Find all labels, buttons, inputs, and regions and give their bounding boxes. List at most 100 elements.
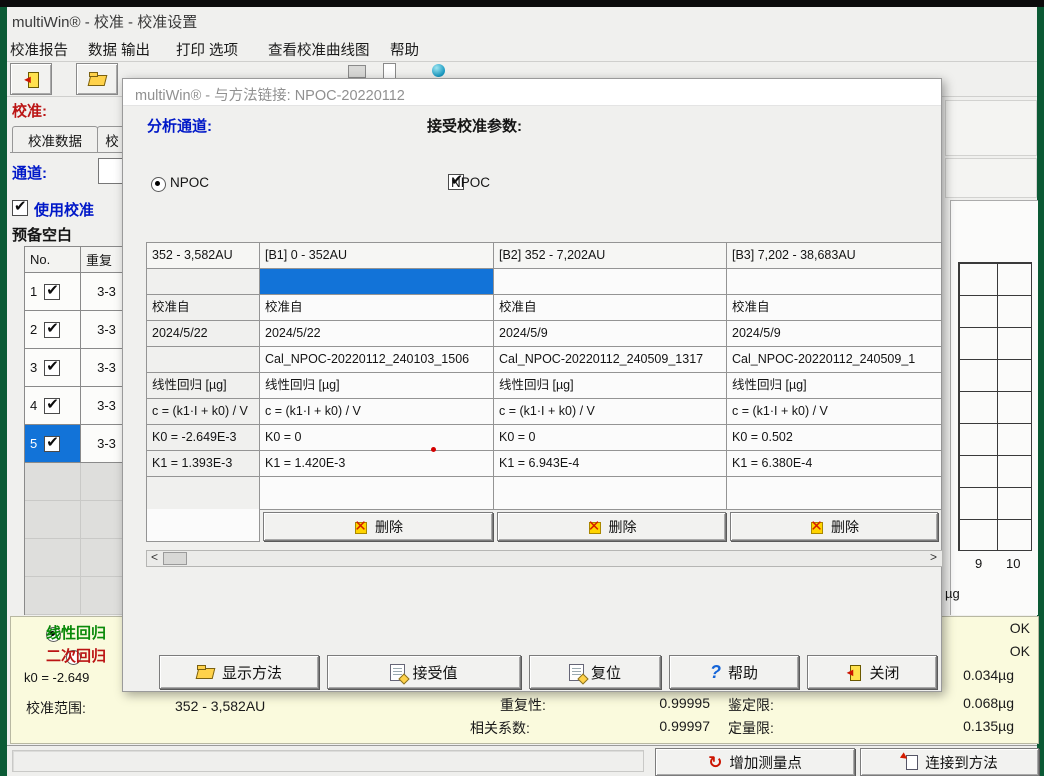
dialog-table-cell[interactable]: [147, 269, 260, 295]
dialog-table-cell[interactable]: [147, 347, 260, 373]
npoc-checkbox-label: NPOC: [451, 175, 490, 190]
table-row-no[interactable]: 1: [25, 273, 81, 311]
analysis-channel-label: 分析通道:: [147, 115, 212, 136]
use-calibration-label: 使用校准: [34, 199, 94, 220]
top-strip: [0, 0, 1044, 7]
dialog-table-cell[interactable]: [494, 269, 727, 295]
tab-calibration-data[interactable]: 校准数据: [12, 126, 98, 153]
dialog-table-cell[interactable]: K1 = 1.420E-3: [260, 451, 494, 477]
window-title: multiWin® - 校准 - 校准设置: [12, 11, 197, 32]
horizontal-scrollbar[interactable]: < >: [146, 550, 943, 567]
dialog-table-cell[interactable]: 2024/5/22: [260, 321, 494, 347]
delete-b1-button[interactable]: 删除: [263, 512, 493, 541]
table-row-no[interactable]: 4: [25, 387, 81, 425]
add-measurement-point-button[interactable]: ↻ 增加测量点: [655, 748, 855, 776]
calibration-table: 352 - 3,582AU [B1] 0 - 352AU [B2] 352 - …: [146, 242, 942, 510]
scrollbar-thumb[interactable]: [163, 552, 187, 565]
show-method-button[interactable]: 显示方法: [159, 655, 319, 689]
use-calibration-checkbox[interactable]: [12, 200, 28, 216]
empty-cell: [25, 501, 81, 539]
accept-value-button[interactable]: 接受值: [327, 655, 521, 689]
dialog-table-cell[interactable]: [727, 477, 942, 510]
delete-b3-button[interactable]: 删除: [730, 512, 938, 541]
delete-icon: [809, 520, 824, 534]
page-icon[interactable]: [383, 63, 396, 79]
row-checkbox[interactable]: [44, 360, 60, 376]
row-checkbox[interactable]: [44, 436, 60, 452]
empty-cell: [25, 577, 81, 615]
dialog-table-cell[interactable]: Cal_NPOC-20220112_240103_1506: [260, 347, 494, 373]
dialog-table-cell[interactable]: K0 = 0: [494, 425, 727, 451]
table-row-no[interactable]: 2: [25, 311, 81, 349]
dialog-table-cell[interactable]: c = (k1·I + k0) / V: [260, 399, 494, 425]
dialog-table-cell[interactable]: 线性回归 [µg]: [147, 373, 260, 399]
document-edit-icon: [390, 664, 405, 681]
menu-data-output[interactable]: 数据 输出: [88, 39, 150, 60]
table-row-no-selected[interactable]: 5: [25, 425, 81, 463]
dialog-table-cell[interactable]: Cal_NPOC-20220112_240509_1317: [494, 347, 727, 373]
dialog-table-cell[interactable]: [260, 477, 494, 510]
dialog-table-cell[interactable]: [494, 477, 727, 510]
blank-table: No. 重复 1 3-3 2 3-3 3 3-3 4 3-3 5 3-3: [24, 246, 133, 615]
menu-print-options[interactable]: 打印 选项: [176, 39, 238, 60]
menu-calibration-report[interactable]: 校准报告: [10, 39, 68, 60]
row-checkbox[interactable]: [44, 322, 60, 338]
calibration-label: 校准:: [12, 100, 47, 121]
dialog-table-cell-selected[interactable]: [260, 269, 494, 295]
exit-button[interactable]: [10, 63, 52, 95]
menu-help[interactable]: 帮助: [390, 39, 419, 60]
menu-view-calibration-curve[interactable]: 查看校准曲线图: [268, 39, 370, 60]
channel-label: 通道:: [12, 162, 47, 183]
open-button[interactable]: [76, 63, 118, 95]
dialog-table-cell[interactable]: c = (k1·I + k0) / V: [494, 399, 727, 425]
dialog-table-cell[interactable]: [727, 269, 942, 295]
dialog-table-cell[interactable]: 2024/5/9: [727, 321, 942, 347]
dialog-table-cell[interactable]: 校准自: [147, 295, 260, 321]
dialog-table-cell[interactable]: 校准自: [727, 295, 942, 321]
dialog-table-cell[interactable]: Cal_NPOC-20220112_240509_1: [727, 347, 942, 373]
repeatability-value: 0.99995: [600, 695, 710, 711]
dialog-table-cell[interactable]: K0 = -2.649E-3: [147, 425, 260, 451]
close-button[interactable]: 关闭: [807, 655, 937, 689]
dialog-table-cell[interactable]: K1 = 1.393E-3: [147, 451, 260, 477]
help-button[interactable]: ? 帮助: [669, 655, 799, 689]
dialog-table-header: [B2] 352 - 7,202AU: [494, 243, 727, 269]
globe-icon[interactable]: [432, 64, 445, 77]
dialog-table-cell[interactable]: K0 = 0.502: [727, 425, 942, 451]
dialog-table-cell[interactable]: 2024/5/22: [147, 321, 260, 347]
dialog-table-cell[interactable]: 线性回归 [µg]: [727, 373, 942, 399]
delete-b2-button[interactable]: 删除: [497, 512, 726, 541]
accept-params-label: 接受校准参数:: [427, 115, 522, 136]
dialog-table-header: [B1] 0 - 352AU: [260, 243, 494, 269]
dialog-table-cell[interactable]: 校准自: [494, 295, 727, 321]
dialog-table-header: 352 - 3,582AU: [147, 243, 260, 269]
door-exit-icon: [22, 72, 40, 87]
identification-limit-label: 鉴定限:: [728, 695, 774, 715]
row-checkbox[interactable]: [44, 284, 60, 300]
table-row-no[interactable]: 3: [25, 349, 81, 387]
printer-icon[interactable]: [348, 65, 366, 78]
reset-button[interactable]: 复位: [529, 655, 661, 689]
row-checkbox[interactable]: [44, 398, 60, 414]
folder-open-icon: [196, 665, 215, 679]
dialog-table-cell[interactable]: K1 = 6.380E-4: [727, 451, 942, 477]
dialog-table-cell[interactable]: [147, 477, 260, 510]
dialog-table-cell[interactable]: 校准自: [260, 295, 494, 321]
dialog-title: multiWin® - 与方法链接: NPOC-20220112: [135, 84, 405, 105]
npoc-radio[interactable]: [151, 177, 166, 192]
menu-separator: [7, 61, 1037, 62]
scroll-right-icon[interactable]: >: [930, 550, 937, 565]
right-panel-box: [945, 158, 1037, 198]
calibration-range-value: 352 - 3,582AU: [175, 698, 265, 714]
prepare-blank-label: 预备空白: [12, 224, 72, 245]
dialog-table-cell[interactable]: c = (k1·I + k0) / V: [147, 399, 260, 425]
dialog-table-cell[interactable]: K0 = 0: [260, 425, 494, 451]
scroll-left-icon[interactable]: <: [151, 550, 158, 565]
dialog-table-cell[interactable]: K1 = 6.943E-4: [494, 451, 727, 477]
dialog-table-cell[interactable]: c = (k1·I + k0) / V: [727, 399, 942, 425]
dialog-table-cell[interactable]: 2024/5/9: [494, 321, 727, 347]
dialog-table-cell[interactable]: 线性回归 [µg]: [260, 373, 494, 399]
dialog-table-cell[interactable]: 线性回归 [µg]: [494, 373, 727, 399]
linear-regression-label: 线性回归: [46, 622, 106, 643]
link-to-method-button[interactable]: 连接到方法: [860, 748, 1039, 776]
